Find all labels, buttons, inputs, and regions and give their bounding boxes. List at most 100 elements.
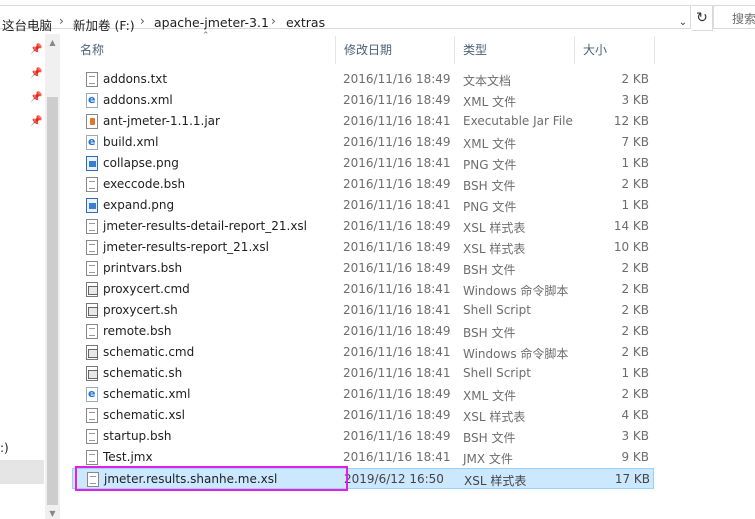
file-row[interactable]: printvars.bsh 2016/11/16 18:49 BSH 文件 2 KB xyxy=(72,258,654,279)
refresh-button[interactable]: ↻ xyxy=(692,5,713,31)
nav-item-partial-label[interactable]: :) xyxy=(0,441,9,455)
breadcrumb-item-extras[interactable]: extras xyxy=(286,15,325,30)
address-bar: 这台电脑 › 新加卷 (F:) › apache-jmeter-3.1 › ex… xyxy=(0,0,755,34)
file-name: ant-jmeter-1.1.1.jar xyxy=(103,114,220,128)
file-size: 2 KB xyxy=(621,177,649,191)
file-modified-date: 2016/11/16 18:49 xyxy=(343,429,451,443)
column-header-type[interactable]: 类型 xyxy=(455,36,575,64)
file-size: 12 KB xyxy=(613,114,649,128)
file-type: PNG 文件 xyxy=(463,158,517,172)
file-row[interactable]: addons.xml 2016/11/16 18:49 XML 文件 3 KB xyxy=(72,90,654,111)
file-row[interactable]: collapse.png 2016/11/16 18:41 PNG 文件 1 KB xyxy=(72,153,654,174)
file-png-icon xyxy=(86,198,98,213)
file-row[interactable]: proxycert.sh 2016/11/16 18:41 Shell Script… xyxy=(72,300,654,321)
file-name: build.xml xyxy=(103,135,159,149)
breadcrumb-item-this-pc[interactable]: 这台电脑 xyxy=(2,15,52,34)
file-txt-icon xyxy=(86,219,98,234)
file-txt-icon xyxy=(86,177,98,192)
nav-scrollbar-thumb[interactable] xyxy=(47,97,58,505)
file-size: 4 KB xyxy=(621,408,649,422)
file-type: XSL 样式表 xyxy=(464,474,527,488)
pin-icon[interactable]: 📌 xyxy=(30,68,42,79)
file-row[interactable]: schematic.xml 2016/11/16 18:49 XML 文件 2 KB xyxy=(72,384,654,405)
file-modified-date: 2016/11/16 18:49 xyxy=(343,324,451,338)
search-placeholder: 搜索 xyxy=(732,12,755,26)
file-row[interactable]: expand.png 2016/11/16 18:41 PNG 文件 1 KB xyxy=(72,195,654,216)
file-type: Windows 命令脚本 xyxy=(463,284,569,298)
sort-ascending-icon: ⌃ xyxy=(202,31,210,41)
breadcrumb-chevron-icon[interactable]: › xyxy=(59,14,64,28)
file-name: Test.jmx xyxy=(103,450,153,464)
file-name: schematic.xml xyxy=(103,387,191,401)
file-modified-date: 2016/11/16 18:41 xyxy=(343,345,451,359)
file-row[interactable]: startup.bsh 2016/11/16 18:49 BSH 文件 3 KB xyxy=(72,426,654,447)
file-cmd-icon xyxy=(86,303,98,318)
pin-icon[interactable]: 📌 xyxy=(30,44,42,55)
file-size: 7 KB xyxy=(621,135,649,149)
file-type: XML 文件 xyxy=(463,389,517,403)
file-size: 9 KB xyxy=(621,450,649,464)
file-type: XML 文件 xyxy=(463,95,517,109)
breadcrumb-chevron-icon[interactable]: › xyxy=(140,14,145,28)
scroll-up-icon[interactable]: ▲ xyxy=(47,38,58,47)
breadcrumb-item-jmeter[interactable]: apache-jmeter-3.1 xyxy=(154,15,269,30)
file-type: BSH 文件 xyxy=(463,263,516,277)
file-modified-date: 2016/11/16 18:41 xyxy=(343,366,451,380)
file-txt-icon xyxy=(86,261,98,276)
file-row[interactable]: schematic.cmd 2016/11/16 18:41 Windows 命令脚… xyxy=(72,342,654,363)
file-row[interactable]: schematic.sh 2016/11/16 18:41 Shell Script… xyxy=(72,363,654,384)
file-name: proxycert.sh xyxy=(103,303,178,317)
column-header-size[interactable]: 大小 xyxy=(575,36,655,64)
file-txt-icon xyxy=(86,408,98,423)
nav-item-selected[interactable] xyxy=(0,460,44,484)
address-history-dropdown-icon[interactable]: ⌄ xyxy=(676,15,690,31)
file-txt-icon xyxy=(86,429,98,444)
file-size: 2 KB xyxy=(621,303,649,317)
file-type: BSH 文件 xyxy=(463,431,516,445)
scroll-down-icon[interactable]: ▼ xyxy=(47,509,58,518)
file-row[interactable]: Test.jmx 2016/11/16 18:41 JMX 文件 9 KB xyxy=(72,447,654,468)
file-row[interactable]: jmeter-results-detail-report_21.xsl 2016/… xyxy=(72,216,654,237)
file-row[interactable]: schematic.xsl 2016/11/16 18:49 XSL 样式表 4 KB xyxy=(72,405,654,426)
file-name: remote.bsh xyxy=(103,324,172,338)
file-row[interactable]: remote.bsh 2016/11/16 18:49 BSH 文件 2 KB xyxy=(72,321,654,342)
file-size: 3 KB xyxy=(621,429,649,443)
file-size: 2 KB xyxy=(621,282,649,296)
file-modified-date: 2016/11/16 18:49 xyxy=(343,135,451,149)
file-name: schematic.sh xyxy=(103,366,183,380)
pin-icon[interactable]: 📌 xyxy=(30,116,42,127)
pin-icon[interactable]: 📌 xyxy=(30,92,42,103)
file-ie-icon xyxy=(86,93,98,108)
file-row[interactable]: proxycert.cmd 2016/11/16 18:41 Windows 命令脚… xyxy=(72,279,654,300)
file-row[interactable]: build.xml 2016/11/16 18:49 XML 文件 7 KB xyxy=(72,132,654,153)
file-name: jmeter-results-report_21.xsl xyxy=(103,240,269,254)
file-size: 2 KB xyxy=(621,324,649,338)
file-txt-icon xyxy=(86,240,98,255)
file-row[interactable]: jmeter-results-report_21.xsl 2016/11/16 1… xyxy=(72,237,654,258)
file-type: Windows 命令脚本 xyxy=(463,347,569,361)
file-type: XSL 样式表 xyxy=(463,410,526,424)
file-ie-icon xyxy=(86,387,98,402)
file-row[interactable]: addons.txt 2016/11/16 18:49 文本文档 2 KB xyxy=(72,69,654,90)
file-txt-icon xyxy=(86,324,98,339)
search-box[interactable]: 搜索 xyxy=(713,5,755,29)
breadcrumb[interactable]: 这台电脑 › 新加卷 (F:) › apache-jmeter-3.1 › ex… xyxy=(0,5,691,33)
file-type: BSH 文件 xyxy=(463,326,516,340)
file-name: schematic.xsl xyxy=(103,408,186,422)
file-modified-date: 2016/11/16 18:49 xyxy=(343,177,451,191)
file-name: addons.xml xyxy=(103,93,173,107)
column-header-date[interactable]: 修改日期 xyxy=(336,36,455,64)
file-modified-date: 2016/11/16 18:49 xyxy=(343,72,451,86)
file-modified-date: 2016/11/16 18:41 xyxy=(343,156,451,170)
file-type: XML 文件 xyxy=(463,137,517,151)
file-name: printvars.bsh xyxy=(103,261,183,275)
file-name: execcode.bsh xyxy=(103,177,186,191)
file-size: 2 KB xyxy=(621,387,649,401)
file-jar-icon xyxy=(86,114,98,129)
breadcrumb-chevron-icon[interactable]: › xyxy=(271,14,276,28)
file-row[interactable]: execcode.bsh 2016/11/16 18:49 BSH 文件 2 KB xyxy=(72,174,654,195)
file-txt-icon xyxy=(86,450,98,465)
file-size: 17 KB xyxy=(614,472,650,486)
file-row[interactable]: ant-jmeter-1.1.1.jar 2016/11/16 18:41 Exec… xyxy=(72,111,654,132)
breadcrumb-item-drive[interactable]: 新加卷 (F:) xyxy=(73,15,135,34)
